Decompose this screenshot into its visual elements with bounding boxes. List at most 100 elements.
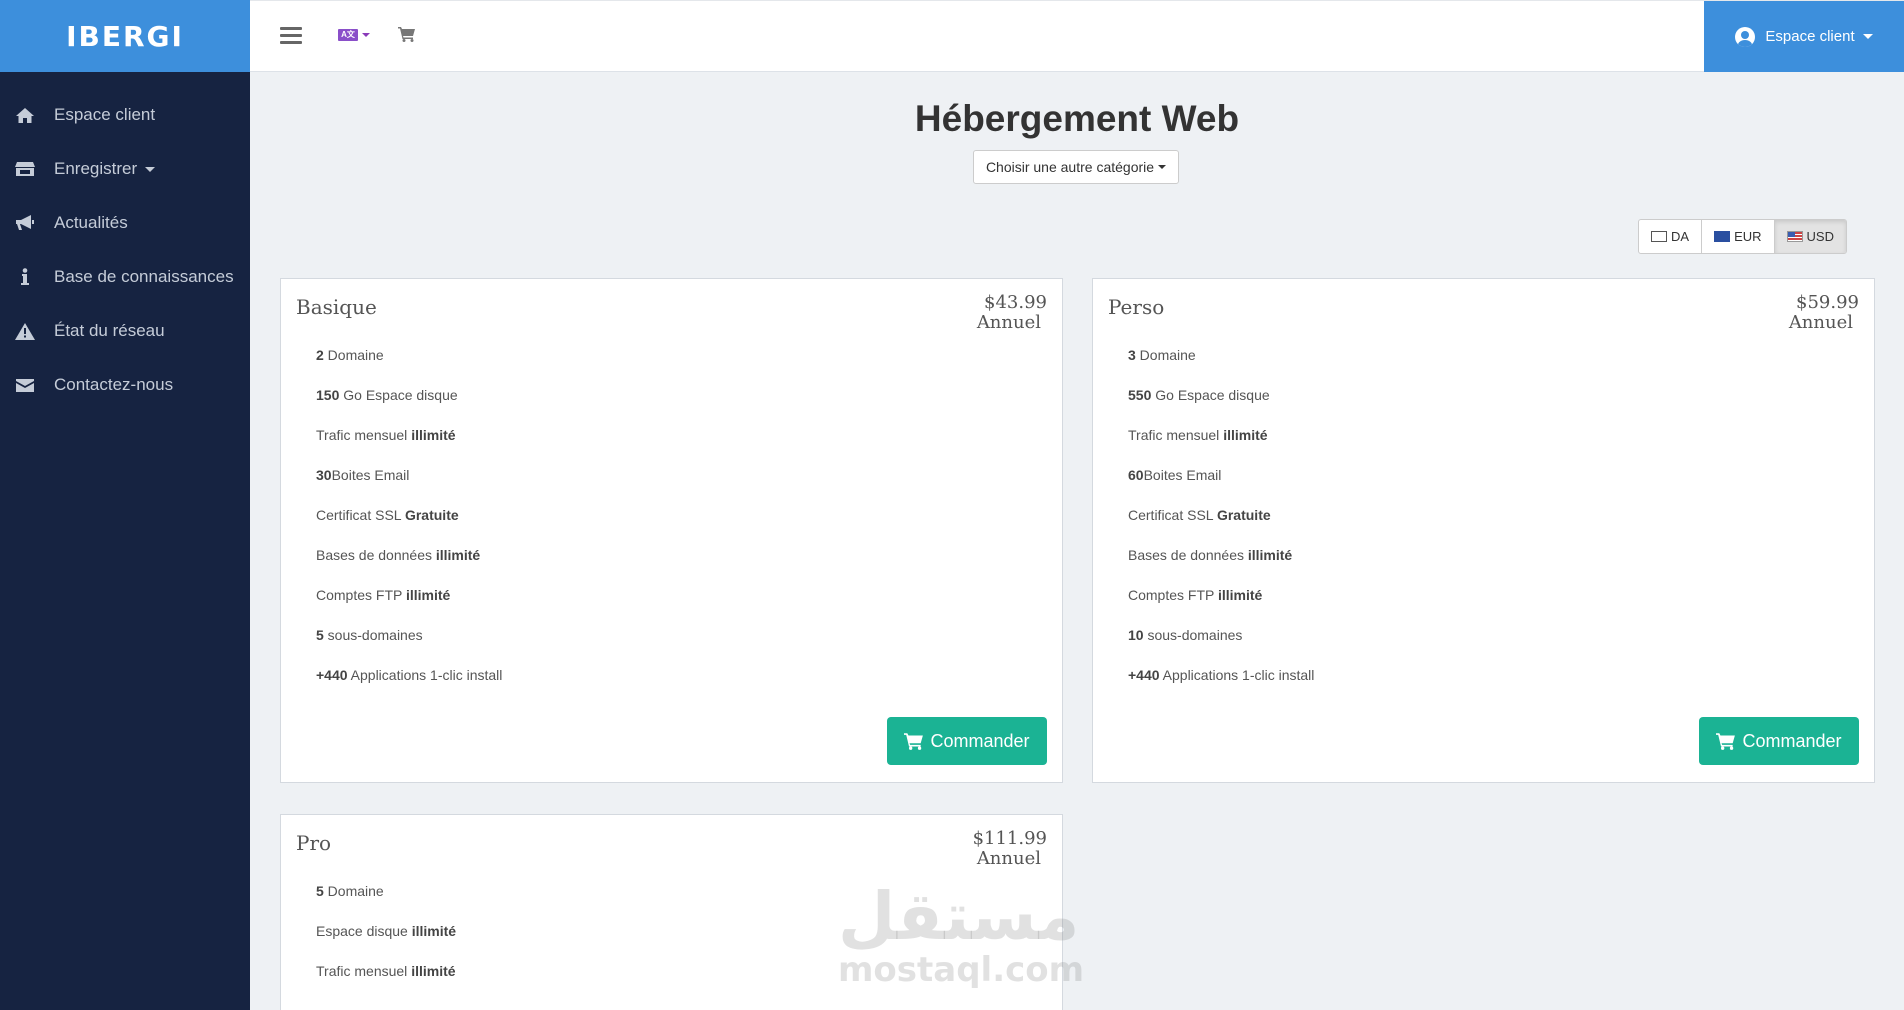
feature-item: +440 Applications 1-clic install — [316, 665, 502, 705]
currency-da-button[interactable]: DA — [1639, 220, 1703, 253]
feature-text: Comptes FTP — [316, 587, 406, 603]
currency-label: DA — [1671, 229, 1690, 244]
megaphone-icon — [14, 213, 36, 233]
feature-text: Applications 1-clic install — [347, 667, 503, 683]
feature-item: Certificat SSL Gratuite — [316, 505, 502, 545]
feature-value: illimité — [411, 923, 457, 939]
hamburger-menu-icon[interactable] — [280, 27, 302, 45]
language-selector[interactable]: A文 — [338, 29, 370, 41]
feature-item: 10 sous-domaines — [1128, 625, 1314, 665]
sidebar-item-etat-du-reseau[interactable]: État du réseau — [0, 304, 250, 358]
feature-text: Boites Email — [331, 467, 410, 483]
cart-icon[interactable] — [398, 26, 416, 47]
sidebar-item-espace-client[interactable]: Espace client — [0, 88, 250, 142]
order-button[interactable]: Commander — [887, 717, 1047, 765]
billing-cycle: Annuel — [1788, 312, 1853, 333]
page-title: Hébergement Web — [914, 98, 1240, 139]
feature-text: Domaine — [323, 347, 384, 363]
user-circle-icon — [1735, 26, 1756, 47]
price-amount: $59.99 — [1796, 292, 1859, 313]
feature-value: 30 — [316, 467, 332, 483]
feature-item: 60Boites Email — [1128, 465, 1314, 505]
sidebar-item-enregistrer[interactable]: Enregistrer — [0, 142, 250, 196]
order-label: Commander — [930, 730, 1030, 751]
home-icon — [14, 105, 36, 125]
feature-text: sous-domaines — [1143, 627, 1243, 643]
sidebar-item-label: Contactez-nous — [54, 375, 174, 394]
feature-value: illimité — [435, 547, 481, 563]
feature-item: Trafic mensuel illimité — [1128, 425, 1314, 465]
feature-item: Espace disque illimité — [316, 921, 456, 961]
feature-text: Bases de données — [316, 547, 436, 563]
feature-value: 150 — [316, 387, 340, 403]
main-content: Hébergement Web Choisir une autre catégo… — [250, 72, 1904, 1010]
feature-text: Domaine — [323, 883, 384, 899]
billing-cycle: Annuel — [976, 848, 1041, 869]
sidebar-item-contactez-nous[interactable]: Contactez-nous — [0, 358, 250, 412]
currency-eur-button[interactable]: EUR — [1702, 220, 1775, 253]
sidebar-item-label: Enregistrer — [54, 159, 138, 178]
feature-text: Boites Email — [1143, 467, 1222, 483]
feature-item: 2 Domaine — [316, 345, 502, 385]
feature-item: 5 sous-domaines — [316, 625, 502, 665]
feature-text: Bases de données — [1128, 547, 1248, 563]
chevron-down-icon — [1158, 165, 1167, 169]
feature-value: 550 — [1128, 387, 1152, 403]
feature-item: +440 Applications 1-clic install — [1128, 665, 1314, 705]
feature-value: Gratuite — [404, 507, 459, 523]
product-card-perso: Perso $59.99 Annuel 3 Domaine 550 Go Espa… — [1092, 278, 1875, 783]
feature-value: illimité — [1247, 547, 1293, 563]
brand-name: IBERGI — [66, 19, 184, 53]
client-area-menu-button[interactable]: Espace client — [1704, 1, 1904, 72]
feature-list: 5 Domaine Espace disque illimité Trafic me… — [316, 881, 456, 1001]
feature-item: 30Boites Email — [316, 465, 502, 505]
feature-value: illimité — [1223, 427, 1268, 443]
product-price: $59.99 Annuel — [1789, 293, 1859, 333]
feature-item: Comptes FTP illimité — [316, 585, 502, 625]
feature-text: sous-domaines — [323, 627, 423, 643]
price-amount: $43.99 — [984, 292, 1047, 313]
product-price: $111.99 Annuel — [973, 829, 1047, 869]
feature-text: Trafic mensuel — [1128, 427, 1224, 443]
product-name: Pro — [296, 831, 332, 855]
order-label: Commander — [1742, 730, 1842, 751]
watermark: مستقل mostaql.com — [838, 882, 1085, 990]
choose-category-label: Choisir une autre catégorie — [985, 159, 1155, 175]
feature-item: Comptes FTP illimité — [1128, 585, 1314, 625]
feature-item: 150 Go Espace disque — [316, 385, 502, 425]
client-area-label: Espace client — [1765, 28, 1855, 45]
sidebar-item-actualites[interactable]: Actualités — [0, 196, 250, 250]
sidebar-item-label: Base de connaissances — [54, 267, 234, 286]
currency-selector: DA EUR USD — [1638, 219, 1847, 254]
cart-icon — [904, 733, 924, 750]
price-amount: $111.99 — [972, 828, 1047, 849]
feature-value: illimité — [1218, 587, 1263, 603]
chevron-down-icon — [145, 166, 156, 172]
feature-text: Certificat SSL — [316, 507, 405, 523]
flag-icon — [1651, 231, 1667, 242]
feature-text: Espace disque — [316, 923, 412, 939]
us-flag-icon — [1786, 231, 1803, 242]
currency-label: USD — [1806, 229, 1834, 244]
product-price: $43.99 Annuel — [977, 293, 1047, 333]
sidebar-item-base-de-connaissances[interactable]: Base de connaissances — [0, 250, 250, 304]
brand-logo[interactable]: IBERGI — [0, 0, 250, 72]
currency-usd-button[interactable]: USD — [1774, 220, 1846, 253]
sidebar-item-label: Actualités — [54, 213, 128, 232]
info-icon — [14, 267, 36, 287]
billing-cycle: Annuel — [976, 312, 1041, 333]
feature-value: 60 — [1128, 467, 1144, 483]
sidebar-nav: Espace client Enregistrer Actualités Bas… — [0, 72, 250, 412]
feature-text: Certificat SSL — [1128, 507, 1217, 523]
feature-value: illimité — [411, 963, 456, 979]
feature-value: 3 — [1128, 347, 1136, 363]
chevron-down-icon — [1862, 34, 1873, 39]
feature-value: 2 — [316, 347, 324, 363]
feature-item: Trafic mensuel illimité — [316, 425, 502, 465]
choose-category-button[interactable]: Choisir une autre catégorie — [973, 150, 1179, 184]
feature-text: Go Espace disque — [339, 387, 458, 403]
order-button[interactable]: Commander — [1699, 717, 1859, 765]
sidebar-item-label: État du réseau — [54, 321, 165, 340]
product-card-basique: Basique $43.99 Annuel 2 Domaine 150 Go Es… — [280, 278, 1063, 783]
watermark-latin: mostaql.com — [838, 950, 1085, 990]
